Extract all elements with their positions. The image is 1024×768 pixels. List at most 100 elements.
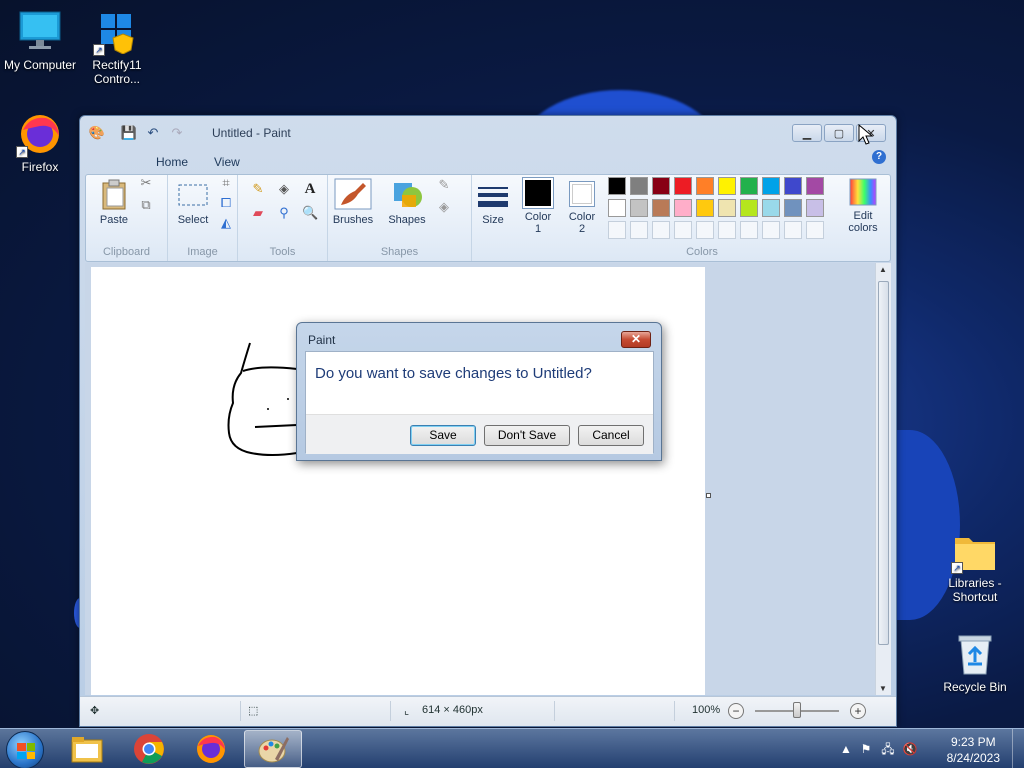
empty-color-swatch[interactable]	[784, 221, 802, 239]
start-button[interactable]	[6, 731, 44, 768]
empty-color-swatch[interactable]	[608, 221, 626, 239]
clock[interactable]: 9:23 PM 8/24/2023	[947, 734, 1000, 766]
size-icon	[478, 187, 508, 207]
zoom-out-button[interactable]: −	[728, 703, 744, 719]
color-swatch[interactable]	[806, 177, 824, 195]
desktop-icon-rectify11[interactable]: ↗ Rectify11 Contro...	[77, 10, 157, 86]
save-icon[interactable]: 💾	[120, 124, 138, 142]
vertical-scrollbar[interactable]: ▲ ▼	[875, 263, 891, 695]
color-swatch[interactable]	[784, 199, 802, 217]
action-center-icon[interactable]: ⚑	[858, 741, 874, 757]
size-button[interactable]: Size	[472, 183, 514, 226]
fill-icon[interactable]: ◈	[276, 181, 292, 197]
dialog-close-button[interactable]: ✕	[621, 331, 651, 348]
redo-icon[interactable]: ↷	[168, 124, 186, 142]
empty-color-swatch[interactable]	[674, 221, 692, 239]
empty-color-swatch[interactable]	[806, 221, 824, 239]
color-swatch[interactable]	[740, 199, 758, 217]
empty-color-swatch[interactable]	[762, 221, 780, 239]
maximize-button[interactable]: ▢	[824, 124, 854, 142]
minimize-button[interactable]: ▁	[792, 124, 822, 142]
desktop-icon-libraries[interactable]: ↗ Libraries - Shortcut	[935, 532, 1015, 604]
show-desktop-button[interactable]	[1012, 729, 1024, 768]
color-swatch[interactable]	[696, 177, 714, 195]
help-icon[interactable]: ?	[872, 150, 886, 164]
color-swatch[interactable]	[696, 199, 714, 217]
empty-color-swatch[interactable]	[740, 221, 758, 239]
status-divider	[674, 701, 675, 721]
outline-icon[interactable]: ✎	[436, 177, 452, 193]
pencil-icon[interactable]: ✎	[250, 181, 266, 197]
status-divider	[240, 701, 241, 721]
color-swatch[interactable]	[630, 199, 648, 217]
scrollbar-thumb[interactable]	[878, 281, 889, 645]
desktop-icon-recycle-bin[interactable]: Recycle Bin	[935, 632, 1015, 694]
fill-shape-icon[interactable]: ◈	[436, 199, 452, 215]
paste-label: Paste	[99, 214, 129, 226]
color2-label: Color	[568, 211, 596, 223]
cancel-button[interactable]: Cancel	[578, 425, 644, 446]
shapes-icon	[394, 183, 422, 207]
paint-app-icon[interactable]: 🎨	[88, 124, 106, 142]
text-tool-icon[interactable]: A	[302, 181, 318, 197]
empty-color-swatch[interactable]	[630, 221, 648, 239]
taskbar-paint[interactable]	[244, 730, 302, 768]
brushes-button[interactable]: Brushes	[330, 177, 376, 226]
color-swatch[interactable]	[718, 177, 736, 195]
color-picker-icon[interactable]: ⚲	[276, 205, 292, 221]
scroll-down-icon[interactable]: ▼	[879, 684, 887, 693]
canvas-resize-handle[interactable]	[706, 493, 711, 498]
color-swatch[interactable]	[608, 199, 626, 217]
show-hidden-icons[interactable]: ▲	[838, 741, 854, 757]
zoom-percent: 100%	[692, 704, 721, 716]
color-swatch[interactable]	[718, 199, 736, 217]
cursor-position-icon: ✥	[90, 705, 100, 717]
desktop-icon-label: Libraries - Shortcut	[948, 576, 1002, 604]
color1-button[interactable]: Color 1	[518, 177, 558, 235]
zoom-in-button[interactable]: +	[850, 703, 866, 719]
eraser-icon[interactable]: ▰	[250, 205, 266, 221]
color2-button[interactable]: Color 2	[562, 177, 602, 235]
empty-color-swatch[interactable]	[718, 221, 736, 239]
empty-color-swatch[interactable]	[652, 221, 670, 239]
color-swatch[interactable]	[652, 177, 670, 195]
edit-colors-button[interactable]: Edit colors	[842, 177, 884, 234]
color-swatch[interactable]	[652, 199, 670, 217]
color-swatch[interactable]	[740, 177, 758, 195]
color-swatch[interactable]	[806, 199, 824, 217]
color-swatch[interactable]	[674, 199, 692, 217]
color-swatch[interactable]	[630, 177, 648, 195]
color-swatch[interactable]	[762, 199, 780, 217]
crop-icon[interactable]: ⌗	[218, 175, 234, 191]
taskbar-chrome[interactable]	[120, 730, 178, 768]
empty-color-swatch[interactable]	[696, 221, 714, 239]
brush-icon	[334, 178, 372, 210]
color-swatch[interactable]	[784, 177, 802, 195]
copy-icon[interactable]: ⧉	[138, 197, 154, 213]
shapes-button[interactable]: Shapes	[384, 177, 430, 226]
taskbar-firefox[interactable]	[182, 730, 240, 768]
cut-icon[interactable]: ✂	[138, 175, 154, 191]
zoom-slider-thumb[interactable]	[793, 702, 801, 718]
color-swatch[interactable]	[762, 177, 780, 195]
desktop-icon-my-computer[interactable]: My Computer	[0, 10, 80, 72]
resize-icon[interactable]: ⧠	[218, 195, 234, 211]
rotate-icon[interactable]: ◭	[218, 215, 234, 231]
dont-save-button[interactable]: Don't Save	[484, 425, 570, 446]
desktop-icon-firefox[interactable]: ↗ Firefox	[0, 112, 80, 174]
paste-button[interactable]: Paste	[94, 177, 134, 226]
file-menu-button[interactable]	[80, 150, 140, 174]
volume-muted-icon[interactable]: 🔇	[902, 741, 918, 757]
scroll-up-icon[interactable]: ▲	[879, 265, 887, 274]
color-swatch[interactable]	[608, 177, 626, 195]
save-button[interactable]: Save	[410, 425, 476, 446]
tab-view[interactable]: View	[204, 152, 250, 172]
taskbar-explorer[interactable]	[58, 730, 116, 768]
network-icon[interactable]: 🖧	[880, 741, 896, 757]
color-swatch[interactable]	[674, 177, 692, 195]
tab-home[interactable]: Home	[146, 152, 198, 172]
undo-icon[interactable]: ↶	[144, 124, 162, 142]
select-button[interactable]: Select	[170, 177, 216, 226]
colors-group-label: Colors	[686, 246, 718, 258]
magnifier-icon[interactable]: 🔍	[302, 205, 318, 221]
